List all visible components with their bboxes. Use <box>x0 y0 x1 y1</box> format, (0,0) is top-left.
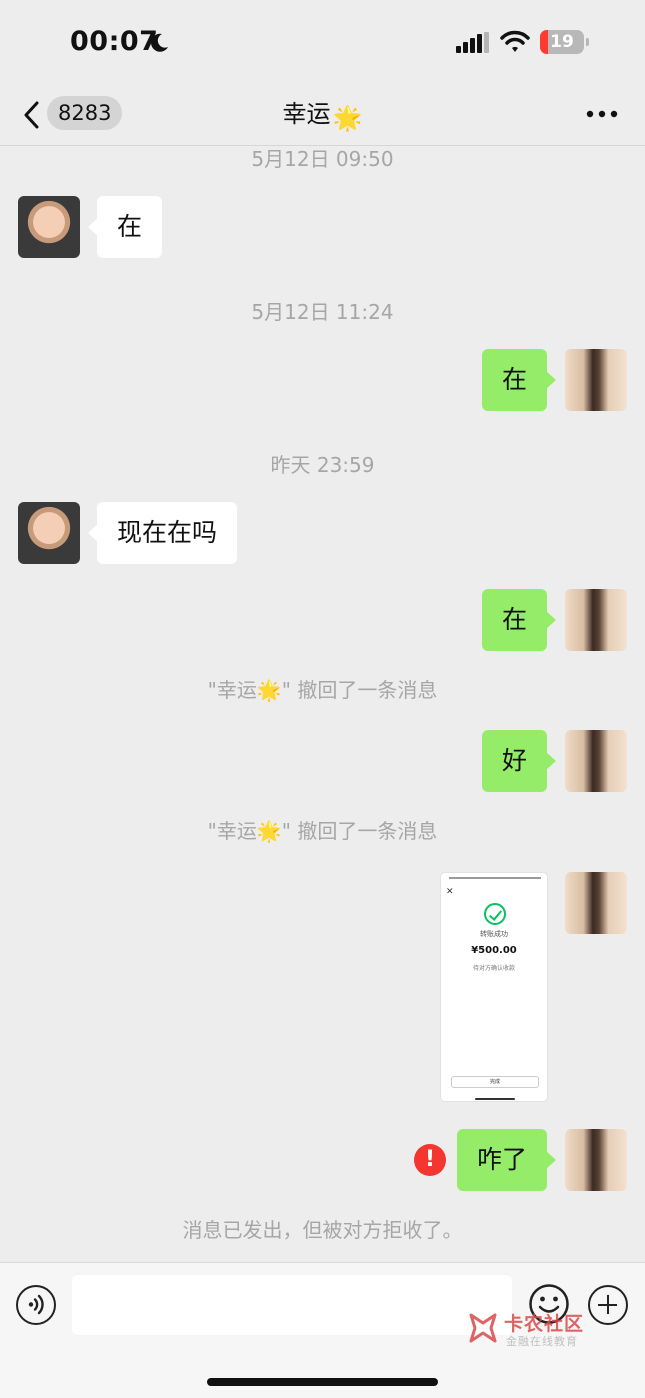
sent-message-bubble[interactable]: 在 <box>481 349 557 411</box>
moon-icon <box>151 33 168 52</box>
success-check-icon <box>484 903 506 925</box>
image-message-thumbnail[interactable]: ✕ 转账成功 ¥500.00 待对方确认收款 完成 <box>440 872 548 1102</box>
watermark-subtitle: 金融在线教育 <box>506 1335 578 1348</box>
thumbnail-home-indicator <box>475 1098 515 1100</box>
self-avatar[interactable] <box>565 349 627 411</box>
thumbnail-status-bar <box>449 877 541 883</box>
chat-title[interactable]: 幸运🌟 <box>0 98 645 134</box>
star-emoji-icon: 🌟 <box>332 104 363 132</box>
thumbnail-status-text: 转账成功 <box>480 930 508 938</box>
sent-message-bubble[interactable]: 在 <box>481 589 557 651</box>
self-avatar[interactable] <box>565 1129 627 1191</box>
status-bar: 00:07 19 <box>0 0 645 88</box>
watermark-title: 卡农社区 <box>504 1313 585 1335</box>
chat-header: 8283 幸运🌟 <box>0 88 645 146</box>
received-message-bubble[interactable]: 在 <box>87 196 163 258</box>
message-timestamp: 昨天 23:59 <box>270 453 375 477</box>
voice-button[interactable] <box>16 1285 56 1325</box>
watermark: 卡农社区 金融在线教育 <box>466 1309 636 1349</box>
contact-avatar[interactable] <box>18 196 80 258</box>
battery-indicator: 19 <box>540 30 589 54</box>
recall-notice: "幸运🌟" 撤回了一条消息 <box>207 678 438 702</box>
received-message-bubble[interactable]: 现在在吗 <box>87 502 238 564</box>
kanong-logo-icon <box>469 1313 497 1343</box>
home-indicator <box>207 1378 438 1386</box>
contact-avatar[interactable] <box>18 502 80 564</box>
sent-message-bubble[interactable]: 咋了 <box>456 1129 557 1191</box>
voice-icon <box>28 1294 44 1315</box>
self-avatar[interactable] <box>565 730 627 792</box>
more-dots-icon[interactable] <box>586 110 618 118</box>
recall-notice: "幸运🌟" 撤回了一条消息 <box>207 819 438 843</box>
close-icon: ✕ <box>446 887 454 897</box>
rejected-notice: 消息已发出，但被对方拒收了。 <box>182 1218 463 1242</box>
message-timestamp: 5月12日 09:50 <box>251 147 394 171</box>
cellular-signal-icon <box>456 32 489 53</box>
wifi-icon <box>500 30 530 52</box>
message-input[interactable] <box>72 1275 512 1335</box>
send-failed-icon[interactable]: ! <box>414 1144 446 1176</box>
status-time: 00:07 <box>70 26 159 57</box>
sent-message-bubble[interactable]: 好 <box>481 730 557 792</box>
self-avatar[interactable] <box>565 872 627 934</box>
self-avatar[interactable] <box>565 589 627 651</box>
battery-level: 19 <box>550 32 574 52</box>
thumbnail-subtext: 待对方确认收款 <box>472 965 515 972</box>
contact-name: 幸运 <box>282 100 331 128</box>
thumbnail-amount: ¥500.00 <box>471 945 517 956</box>
message-timestamp: 5月12日 11:24 <box>251 300 394 324</box>
thumbnail-done-button: 完成 <box>451 1076 539 1088</box>
